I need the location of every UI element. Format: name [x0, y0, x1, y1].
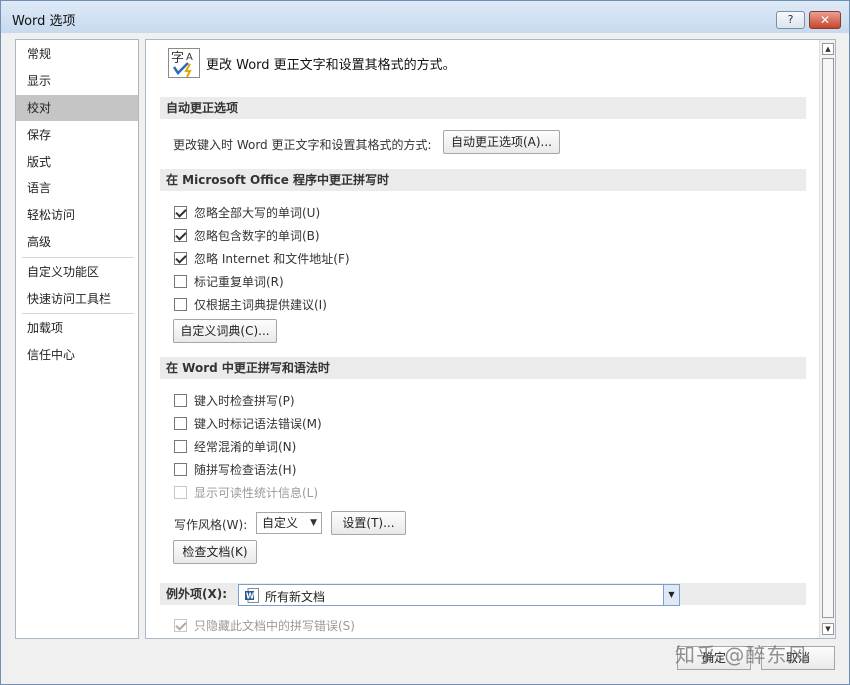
word-options-dialog: Word 选项 ? ✕ 常规 显示 校对 保存 版式 语言 轻松访问 高级 自定… — [0, 0, 850, 685]
exceptions-document-value: 所有新文档 — [265, 590, 326, 604]
main-dictionary-only-label: 仅根据主词典提供建议(I) — [194, 297, 327, 312]
ignore-uppercase-label: 忽略全部大写的单词(U) — [194, 205, 321, 220]
exceptions-label: 例外项(X): — [166, 587, 228, 601]
sidebar-item-quick-access-toolbar[interactable]: 快速访问工具栏 — [16, 286, 138, 312]
chevron-down-icon: ▼ — [310, 518, 317, 528]
hide-spelling-errors-label: 只隐藏此文档中的拼写错误(S) — [194, 618, 355, 633]
sidebar-item-proofing[interactable]: 校对 — [16, 95, 138, 121]
sidebar-divider — [22, 313, 134, 314]
scroll-up-arrow-icon[interactable]: ▲ — [822, 43, 834, 55]
grammar-with-spelling-label: 随拼写检查语法(H) — [194, 462, 297, 477]
sidebar-item-layout[interactable]: 版式 — [16, 149, 138, 175]
main-dictionary-only-checkbox[interactable] — [174, 297, 187, 311]
sidebar-item-general[interactable]: 常规 — [16, 41, 138, 67]
writing-style-value: 自定义 — [262, 516, 299, 530]
sidebar-divider — [22, 257, 134, 258]
recheck-document-button[interactable]: 检查文档(K) — [173, 540, 257, 564]
flag-repeated-words-option[interactable]: 标记重复单词(R) — [174, 272, 284, 290]
grammar-with-spelling-checkbox[interactable] — [174, 462, 187, 476]
ignore-internet-addresses-option[interactable]: 忽略 Internet 和文件地址(F) — [174, 249, 350, 267]
close-button[interactable]: ✕ — [809, 11, 841, 29]
office-spelling-section-header: 在 Microsoft Office 程序中更正拼写时 — [160, 169, 806, 191]
autocorrect-options-button[interactable]: 自动更正选项(A)... — [443, 130, 560, 154]
scroll-down-arrow-icon[interactable]: ▼ — [822, 623, 834, 635]
confused-words-option[interactable]: 经常混淆的单词(N) — [174, 437, 296, 455]
svg-text:W: W — [246, 592, 255, 601]
word-spelling-section-header: 在 Word 中更正拼写和语法时 — [160, 357, 806, 379]
panel-scrollbar[interactable]: ▲ ▼ — [819, 40, 835, 638]
ignore-numbers-label: 忽略包含数字的单词(B) — [194, 228, 320, 243]
main-dictionary-only-option[interactable]: 仅根据主词典提供建议(I) — [174, 295, 327, 313]
check-spelling-option[interactable]: 键入时检查拼写(P) — [174, 391, 295, 409]
word-document-icon: W — [245, 588, 259, 603]
ignore-internet-addresses-checkbox[interactable] — [174, 251, 187, 265]
confused-words-label: 经常混淆的单词(N) — [194, 439, 297, 454]
options-sidebar: 常规 显示 校对 保存 版式 语言 轻松访问 高级 自定义功能区 快速访问工具栏… — [15, 39, 139, 639]
autocorrect-section-header: 自动更正选项 — [160, 97, 806, 119]
readability-stats-option: 显示可读性统计信息(L) — [174, 483, 318, 501]
proofing-abc-icon: 字 A — [168, 48, 200, 78]
check-spelling-checkbox[interactable] — [174, 393, 187, 407]
exceptions-document-select[interactable]: W 所有新文档 ▼ — [238, 584, 680, 606]
title-bar[interactable]: Word 选项 ? ✕ — [1, 1, 849, 33]
mark-grammar-checkbox[interactable] — [174, 416, 187, 430]
help-button[interactable]: ? — [776, 11, 805, 29]
panel-description: 更改 Word 更正文字和设置其格式的方式。 — [206, 58, 456, 73]
ignore-uppercase-checkbox[interactable] — [174, 205, 187, 219]
mark-grammar-option[interactable]: 键入时标记语法错误(M) — [174, 414, 322, 432]
proofing-panel: 字 A 更改 Word 更正文字和设置其格式的方式。 自动更正选项 更改键入时 … — [145, 39, 836, 639]
writing-style-label: 写作风格(W): — [174, 518, 248, 532]
ignore-internet-addresses-label: 忽略 Internet 和文件地址(F) — [194, 251, 350, 266]
chevron-down-icon[interactable]: ▼ — [663, 585, 679, 605]
flag-repeated-words-checkbox[interactable] — [174, 274, 187, 288]
readability-stats-checkbox — [174, 485, 187, 499]
sidebar-item-accessibility[interactable]: 轻松访问 — [16, 202, 138, 228]
writing-style-select[interactable]: 自定义 ▼ — [256, 512, 322, 534]
sidebar-item-display[interactable]: 显示 — [16, 68, 138, 94]
ignore-uppercase-option[interactable]: 忽略全部大写的单词(U) — [174, 203, 320, 221]
sidebar-item-save[interactable]: 保存 — [16, 122, 138, 148]
mark-grammar-label: 键入时标记语法错误(M) — [194, 416, 322, 431]
grammar-with-spelling-option[interactable]: 随拼写检查语法(H) — [174, 460, 296, 478]
custom-dictionaries-button[interactable]: 自定义词典(C)... — [173, 319, 277, 343]
ignore-numbers-checkbox[interactable] — [174, 228, 187, 242]
hide-spelling-errors-option: 只隐藏此文档中的拼写错误(S) — [174, 616, 355, 634]
sidebar-item-customize-ribbon[interactable]: 自定义功能区 — [16, 259, 138, 285]
sidebar-item-language[interactable]: 语言 — [16, 175, 138, 201]
sidebar-item-add-ins[interactable]: 加载项 — [16, 315, 138, 341]
autocorrect-row-label: 更改键入时 Word 更正文字和设置其格式的方式: — [173, 138, 432, 152]
flag-repeated-words-label: 标记重复单词(R) — [194, 274, 284, 289]
sidebar-item-trust-center[interactable]: 信任中心 — [16, 342, 138, 368]
writing-style-settings-button[interactable]: 设置(T)... — [331, 511, 406, 535]
readability-stats-label: 显示可读性统计信息(L) — [194, 485, 319, 500]
ignore-numbers-option[interactable]: 忽略包含数字的单词(B) — [174, 226, 320, 244]
sidebar-item-advanced[interactable]: 高级 — [16, 229, 138, 255]
confused-words-checkbox[interactable] — [174, 439, 187, 453]
check-spelling-label: 键入时检查拼写(P) — [194, 393, 295, 408]
watermark-text: 知乎 @醉东风 — [675, 643, 809, 667]
window-title: Word 选项 — [12, 14, 76, 29]
scrollbar-thumb[interactable] — [822, 58, 834, 618]
svg-text:字: 字 — [171, 51, 184, 66]
svg-text:A: A — [186, 52, 193, 63]
hide-spelling-errors-checkbox — [174, 618, 187, 632]
